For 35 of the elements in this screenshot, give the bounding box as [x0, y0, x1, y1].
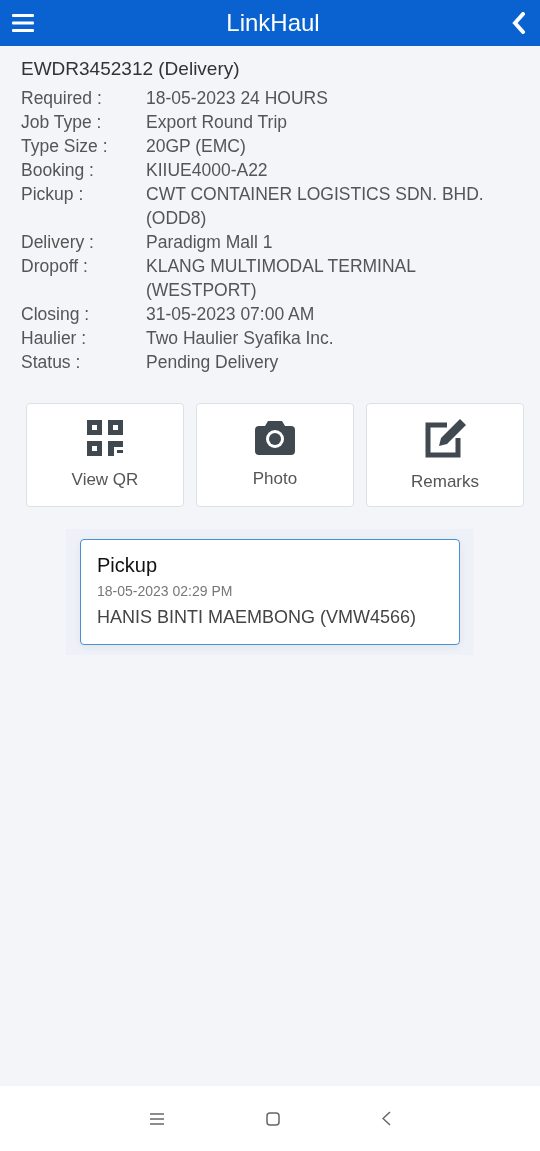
history-detail: HANIS BINTI MAEMBONG (VMW4566)	[97, 607, 418, 628]
job-title: EWDR3452312 (Delivery)	[21, 58, 241, 80]
field-label: Delivery :	[21, 231, 95, 254]
field-value: Pending Delivery	[146, 351, 280, 374]
field-value: 31-05-2023 07:00 AM	[146, 303, 316, 326]
field-value: Two Haulier Syafika Inc.	[146, 327, 335, 350]
field-label: Required :	[21, 87, 103, 110]
field-value: KIIUE4000-A22	[146, 159, 269, 182]
field-label: Dropoff :	[21, 255, 89, 278]
field-label: Booking :	[21, 159, 95, 182]
field-value: 20GP (EMC)	[146, 135, 247, 158]
camera-icon	[255, 421, 295, 455]
home-icon[interactable]	[265, 1111, 280, 1126]
menu-icon[interactable]	[12, 14, 34, 32]
field-label: Type Size :	[21, 135, 109, 158]
field-value: KLANG MULTIMODAL TERMINAL (WESTPORT)	[146, 255, 417, 302]
action-button[interactable]: Photo	[196, 403, 354, 507]
field-label: Job Type :	[21, 111, 103, 134]
field-value: Export Round Trip	[146, 111, 289, 134]
app-title: LinkHaul	[226, 9, 320, 37]
edit-icon	[423, 418, 467, 458]
field-value: CWT CONTAINER LOGISTICS SDN. BHD. (ODD8)	[146, 183, 485, 230]
history-time: 18-05-2023 02:29 PM	[97, 583, 234, 599]
field-value: 18-05-2023 24 HOURS	[146, 87, 329, 110]
field-label: Pickup :	[21, 183, 85, 206]
menu-icon[interactable]	[149, 1112, 164, 1125]
field-label: Haulier :	[21, 327, 88, 350]
field-label: Closing :	[21, 303, 91, 326]
field-label: Status :	[21, 351, 82, 374]
back-icon[interactable]	[381, 1111, 391, 1126]
qr-code-icon	[87, 420, 123, 456]
action-button[interactable]: View QR	[26, 403, 184, 507]
action-button[interactable]: Remarks	[366, 403, 524, 507]
field-value: Paradigm Mall 1	[146, 231, 274, 254]
history-title: Pickup	[97, 554, 159, 577]
